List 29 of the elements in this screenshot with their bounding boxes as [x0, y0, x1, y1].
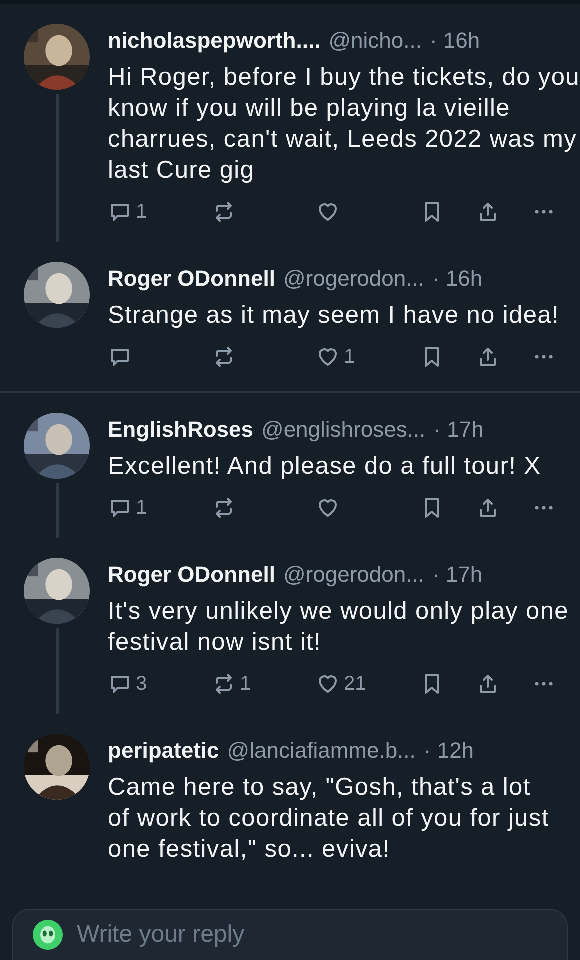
reply-bar[interactable]: Write your reply — [12, 909, 568, 960]
post-text: Came here to say, "Gosh, that's a lot of work to coordinate all of you for just one festival," so... eviva! — [108, 773, 550, 865]
author-name[interactable]: EnglishRoses — [108, 417, 254, 443]
repost-count: 1 — [240, 672, 252, 696]
author-handle[interactable]: @rogerodon... — [283, 266, 424, 292]
like-count: 21 — [344, 672, 366, 696]
author-handle[interactable]: @englishroses... — [261, 417, 426, 443]
author-name[interactable]: nicholaspepworth.... — [108, 28, 321, 54]
reply-field[interactable]: Write your reply — [75, 920, 547, 950]
post-text: Strange as it may seem I have no idea! — [108, 301, 560, 331]
post-time: · 12h — [424, 738, 474, 764]
reply-count: 1 — [136, 496, 148, 520]
post-time: · 16h — [430, 28, 480, 54]
alien-icon — [33, 920, 63, 950]
author-name[interactable]: Roger ODonnell — [108, 562, 276, 588]
post-time: · 16h — [432, 266, 483, 292]
author-name[interactable]: peripatetic — [108, 738, 220, 764]
post-time: · 17h — [434, 417, 484, 443]
reply-count: 3 — [136, 672, 148, 696]
reply-count: 1 — [136, 200, 148, 224]
post-text: Excellent! And please do a full tour! X — [108, 452, 542, 482]
author-handle[interactable]: @nicho... — [328, 28, 422, 54]
post-time: · 17h — [432, 562, 483, 588]
author-handle[interactable]: @lanciafiamme.b... — [227, 738, 416, 764]
like-count: 1 — [344, 346, 356, 368]
author-name[interactable]: Roger ODonnell — [108, 266, 276, 292]
post-text: Hi Roger, before I buy the tickets, do you know if you will be playing la vieille charrues, can't wait, Leeds 2022 was my last Cure gig — [108, 63, 580, 186]
post-text: It's very unlikely we would only play one festival now isnt it! — [108, 597, 570, 658]
author-handle[interactable]: @rogerodon... — [283, 562, 424, 588]
